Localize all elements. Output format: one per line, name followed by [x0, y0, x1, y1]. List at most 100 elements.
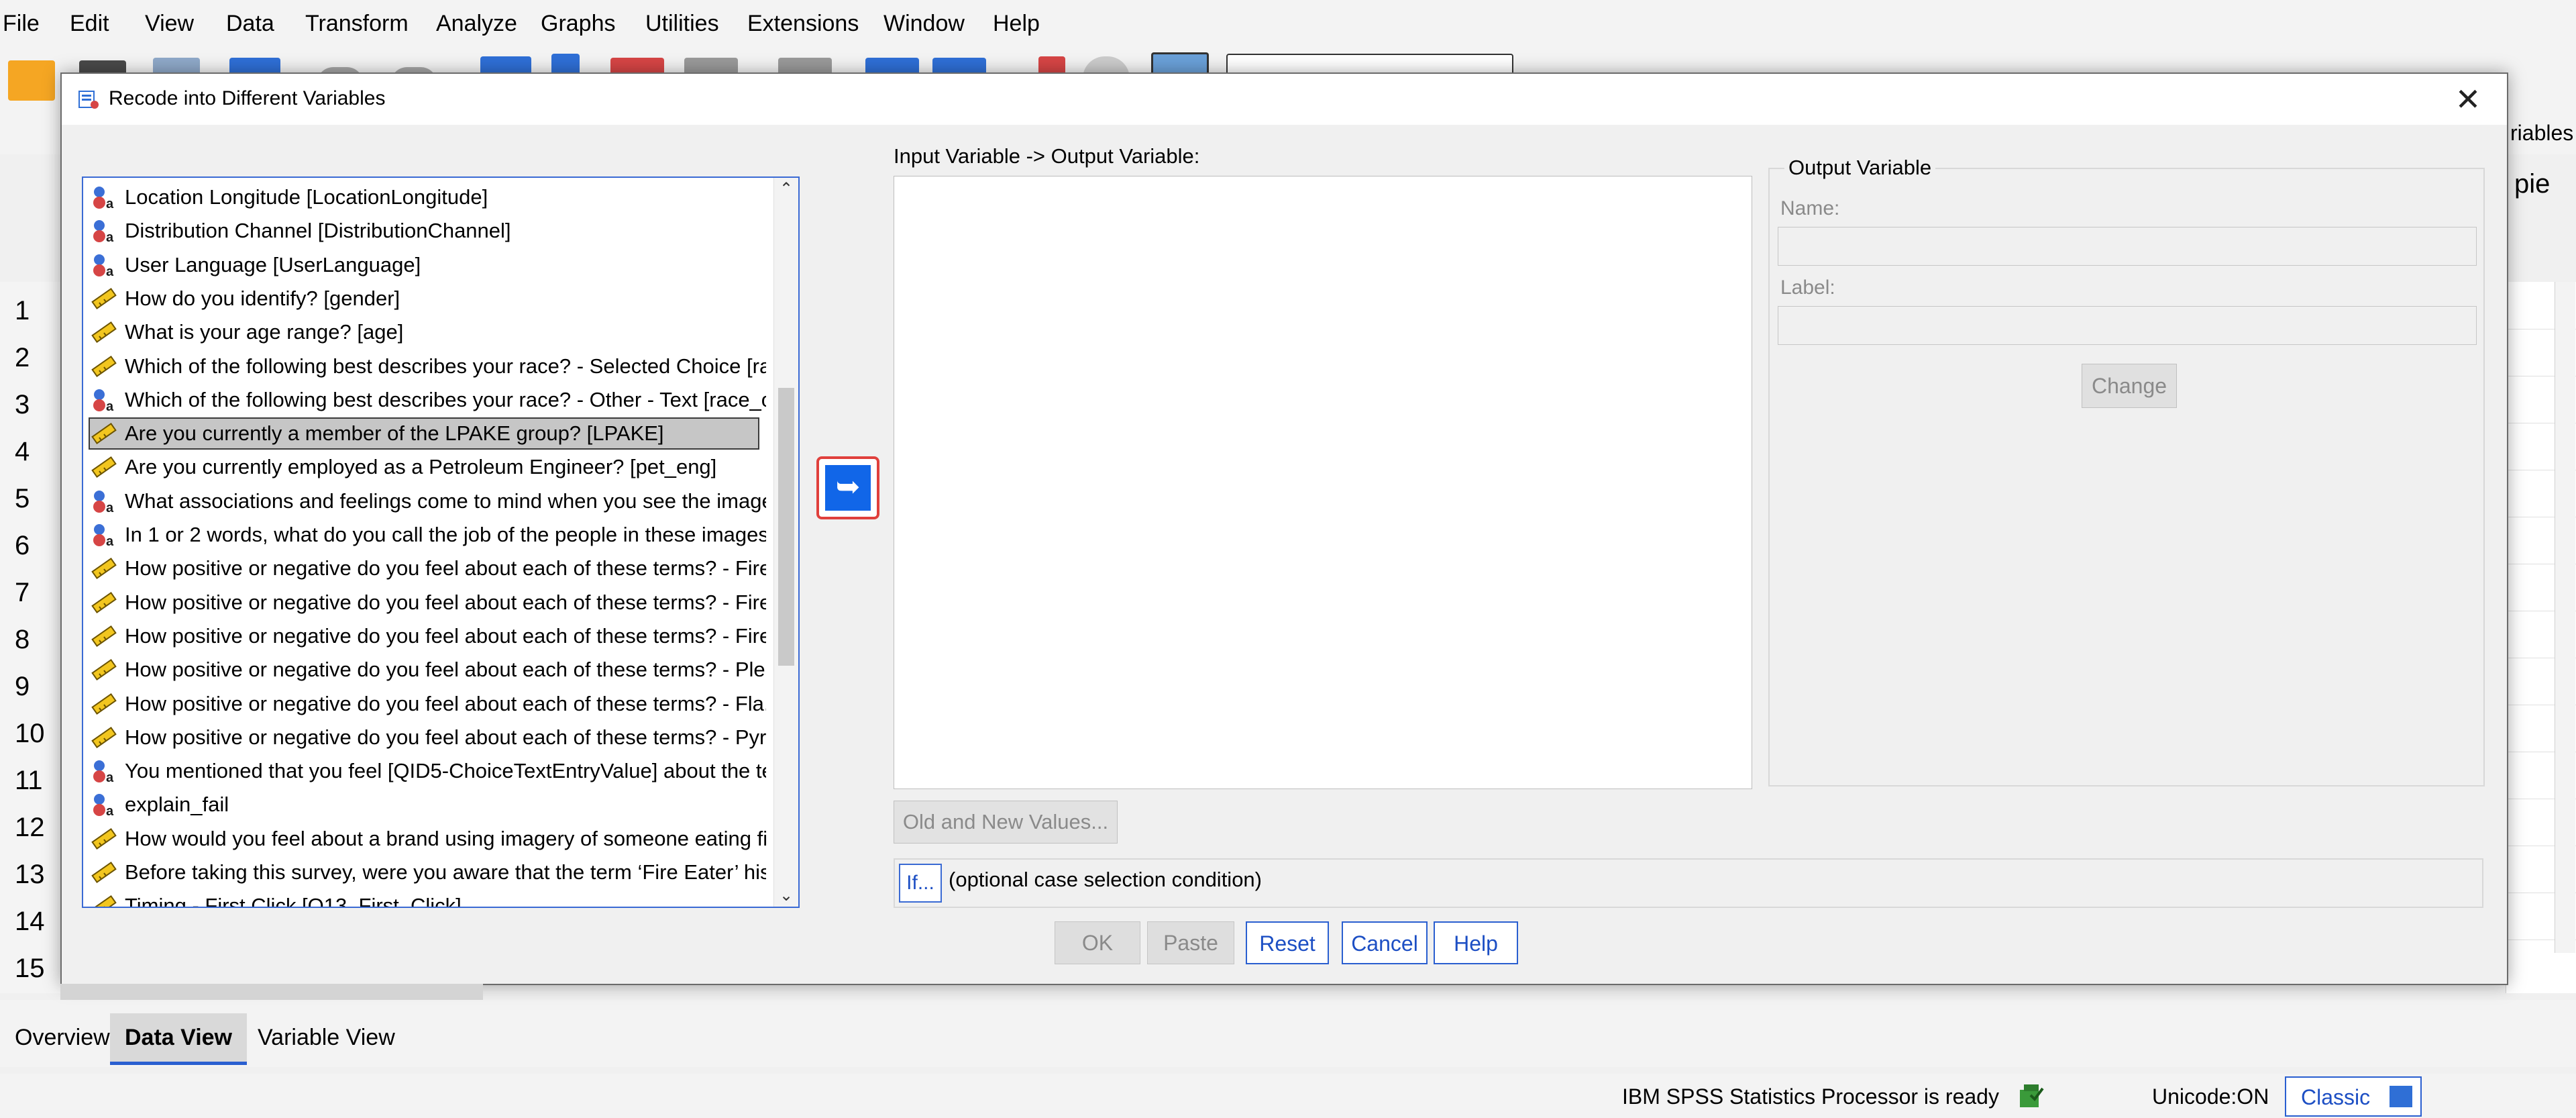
variable-label: Are you currently a member of the LPAKE … [125, 421, 664, 446]
menu-window[interactable]: Window [883, 8, 965, 39]
variable-list-item[interactable]: a User Language [UserLanguage] [89, 249, 766, 281]
variable-label: Distribution Channel [DistributionChanne… [125, 219, 511, 243]
scroll-thumb[interactable] [778, 388, 794, 666]
menu-transform[interactable]: Transform [305, 8, 409, 39]
name-label: Name: [1780, 197, 1840, 219]
io-variable-list[interactable] [894, 176, 1752, 789]
variable-label: What associations and feelings come to m… [125, 489, 766, 513]
scale-ruler-icon [90, 320, 117, 344]
variable-label: How positive or negative do you feel abo… [125, 623, 766, 648]
tab-data-view[interactable]: Data View [110, 1013, 248, 1065]
variable-list-item[interactable]: How positive or negative do you feel abo… [89, 721, 766, 754]
variable-list-item[interactable]: How positive or negative do you feel abo… [89, 587, 766, 619]
row-number[interactable]: 13 [0, 850, 55, 899]
processor-status: IBM SPSS Statistics Processor is ready [1622, 1084, 1999, 1109]
variable-list-item[interactable]: Before taking this survey, were you awar… [89, 856, 766, 888]
scroll-down-icon[interactable]: ⌄ [774, 886, 798, 905]
variable-list-item[interactable]: Timing - First Click [Q13_First_Click] [89, 890, 766, 907]
menu-data[interactable]: Data [226, 8, 274, 39]
paste-button[interactable]: Paste [1147, 921, 1234, 964]
label-field[interactable] [1778, 306, 2477, 345]
row-number[interactable]: 5 [0, 474, 55, 523]
cancel-button[interactable]: Cancel [1342, 921, 1428, 964]
variable-list-item[interactable]: How positive or negative do you feel abo… [89, 654, 766, 686]
variable-label: Which of the following best describes yo… [125, 354, 766, 378]
reset-button[interactable]: Reset [1246, 921, 1329, 964]
variable-label: How positive or negative do you feel abo… [125, 556, 766, 580]
variable-list-item[interactable]: Which of the following best describes yo… [89, 350, 766, 383]
tab-variable-view[interactable]: Variable View [243, 1013, 410, 1062]
row-number[interactable]: 4 [0, 427, 55, 476]
close-icon[interactable]: ✕ [2448, 81, 2488, 118]
row-number[interactable]: 9 [0, 662, 55, 711]
row-number[interactable]: 14 [0, 897, 55, 946]
menu-extensions[interactable]: Extensions [747, 8, 859, 39]
ok-button[interactable]: OK [1055, 921, 1140, 964]
variable-label: Are you currently employed as a Petroleu… [125, 455, 717, 479]
menu-file[interactable]: File [3, 8, 40, 39]
grid-horizontal-scrollbar[interactable] [60, 984, 483, 1000]
variable-list-item[interactable]: a What associations and feelings come to … [89, 485, 766, 517]
menu-graphs[interactable]: Graphs [541, 8, 616, 39]
menu-view[interactable]: View [145, 8, 194, 39]
nominal-variable-icon: a [90, 388, 117, 414]
grid-vertical-scrollbar[interactable] [2555, 282, 2575, 953]
variable-list-item[interactable]: a In 1 or 2 words, what do you call the j… [89, 519, 766, 551]
menu-analyze[interactable]: Analyze [436, 8, 517, 39]
svg-text:a: a [106, 264, 114, 277]
name-field[interactable] [1778, 227, 2477, 266]
variable-list-item[interactable]: How do you identify? [gender] [89, 283, 766, 315]
variable-list-item[interactable]: a Which of the following best describes y… [89, 384, 766, 416]
classic-mode-button[interactable]: Classic [2285, 1076, 2422, 1117]
variable-list-scrollbar[interactable]: ⌃ ⌄ [773, 178, 798, 907]
row-number[interactable]: 8 [0, 615, 55, 664]
row-number[interactable]: 2 [0, 334, 55, 382]
variable-list-item[interactable]: How positive or negative do you feel abo… [89, 688, 766, 720]
row-number[interactable]: 3 [0, 380, 55, 429]
row-number[interactable]: 10 [0, 709, 55, 758]
change-button[interactable]: Change [2082, 364, 2177, 408]
scale-ruler-icon [90, 287, 117, 311]
old-and-new-values-button[interactable]: Old and New Values... [894, 801, 1118, 844]
variable-label: In 1 or 2 words, what do you call the jo… [125, 523, 766, 546]
move-variable-button[interactable]: ➥ [816, 456, 879, 519]
row-number[interactable]: 1 [0, 287, 55, 335]
variable-label: Before taking this survey, were you awar… [125, 860, 766, 884]
scale-ruler-icon [90, 421, 117, 446]
variable-list-item[interactable]: Are you currently employed as a Petroleu… [89, 451, 766, 483]
variable-list-item[interactable]: What is your age range? [age] [89, 316, 766, 348]
menu-edit[interactable]: Edit [70, 8, 109, 39]
variable-list-item[interactable]: a You mentioned that you feel [QID5-Choic… [89, 755, 766, 787]
menu-utilities[interactable]: Utilities [645, 8, 719, 39]
processor-ready-icon [2017, 1083, 2045, 1109]
variable-list-item[interactable]: a Location Longitude [LocationLongitude] [89, 181, 766, 213]
variable-label: How positive or negative do you feel abo… [125, 725, 766, 749]
dialog-titlebar[interactable]: Recode into Different Variables ✕ [62, 74, 2507, 125]
row-number[interactable]: 15 [0, 944, 55, 993]
classic-mode-label: Classic [2301, 1085, 2371, 1109]
variable-list-item[interactable]: a explain_fail [89, 789, 766, 821]
variable-list-item[interactable]: Are you currently a member of the LPAKE … [89, 417, 759, 450]
variable-label: How positive or negative do you feel abo… [125, 658, 766, 682]
variable-list-item[interactable]: How positive or negative do you feel abo… [89, 620, 766, 652]
recode-icon [78, 89, 99, 110]
if-button[interactable]: If... [899, 864, 942, 903]
variable-list-item[interactable]: a Distribution Channel [DistributionChann… [89, 215, 766, 247]
menu-help[interactable]: Help [993, 8, 1040, 39]
scroll-up-icon[interactable]: ⌃ [774, 179, 798, 199]
io-variable-label: Input Variable -> Output Variable: [894, 144, 1200, 168]
row-number[interactable]: 11 [0, 756, 55, 805]
output-variable-group: Output Variable Name: Label: Change [1768, 156, 2485, 786]
row-number[interactable]: 6 [0, 521, 55, 570]
variable-list-item[interactable]: How positive or negative do you feel abo… [89, 552, 766, 585]
open-folder-icon[interactable] [8, 60, 55, 101]
tab-overview[interactable]: Overview [0, 1013, 125, 1062]
row-number[interactable]: 7 [0, 568, 55, 617]
help-button[interactable]: Help [1434, 921, 1518, 964]
row-number[interactable]: 12 [0, 803, 55, 852]
menubar: File Edit View Data Transform Analyze Gr… [0, 0, 2576, 47]
nominal-variable-icon: a [90, 253, 117, 279]
source-variable-list[interactable]: a Location Longitude [LocationLongitude] a… [82, 176, 800, 908]
variable-list-item[interactable]: How would you feel about a brand using i… [89, 823, 766, 855]
recode-dialog: Recode into Different Variables ✕ a Locat… [60, 72, 2508, 985]
